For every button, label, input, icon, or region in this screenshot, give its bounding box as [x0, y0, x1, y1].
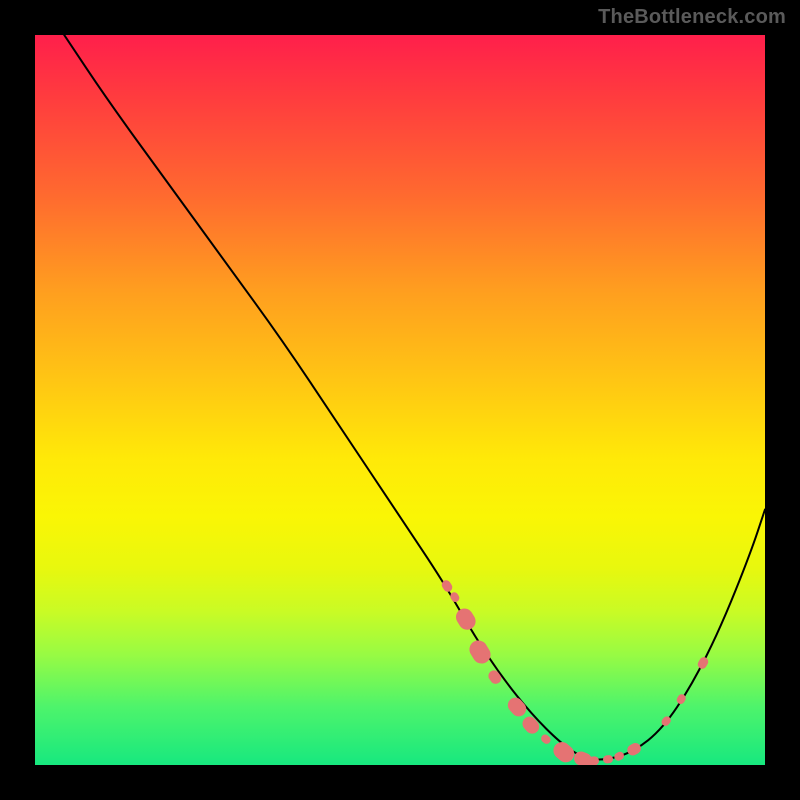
data-marker [675, 693, 686, 705]
data-marker [613, 750, 625, 761]
data-marker [505, 694, 529, 719]
data-marker [587, 755, 600, 765]
data-marker [603, 755, 614, 764]
watermark: TheBottleneck.com [598, 6, 786, 29]
data-marker [453, 605, 479, 632]
data-marker [520, 714, 542, 736]
data-marker [696, 655, 710, 670]
data-marker [449, 591, 461, 603]
data-marker [660, 715, 672, 727]
markers-layer [35, 35, 765, 765]
plot-area [35, 35, 765, 765]
data-marker [625, 741, 642, 757]
data-marker [540, 733, 552, 745]
data-marker [487, 669, 504, 686]
data-marker [466, 637, 494, 667]
